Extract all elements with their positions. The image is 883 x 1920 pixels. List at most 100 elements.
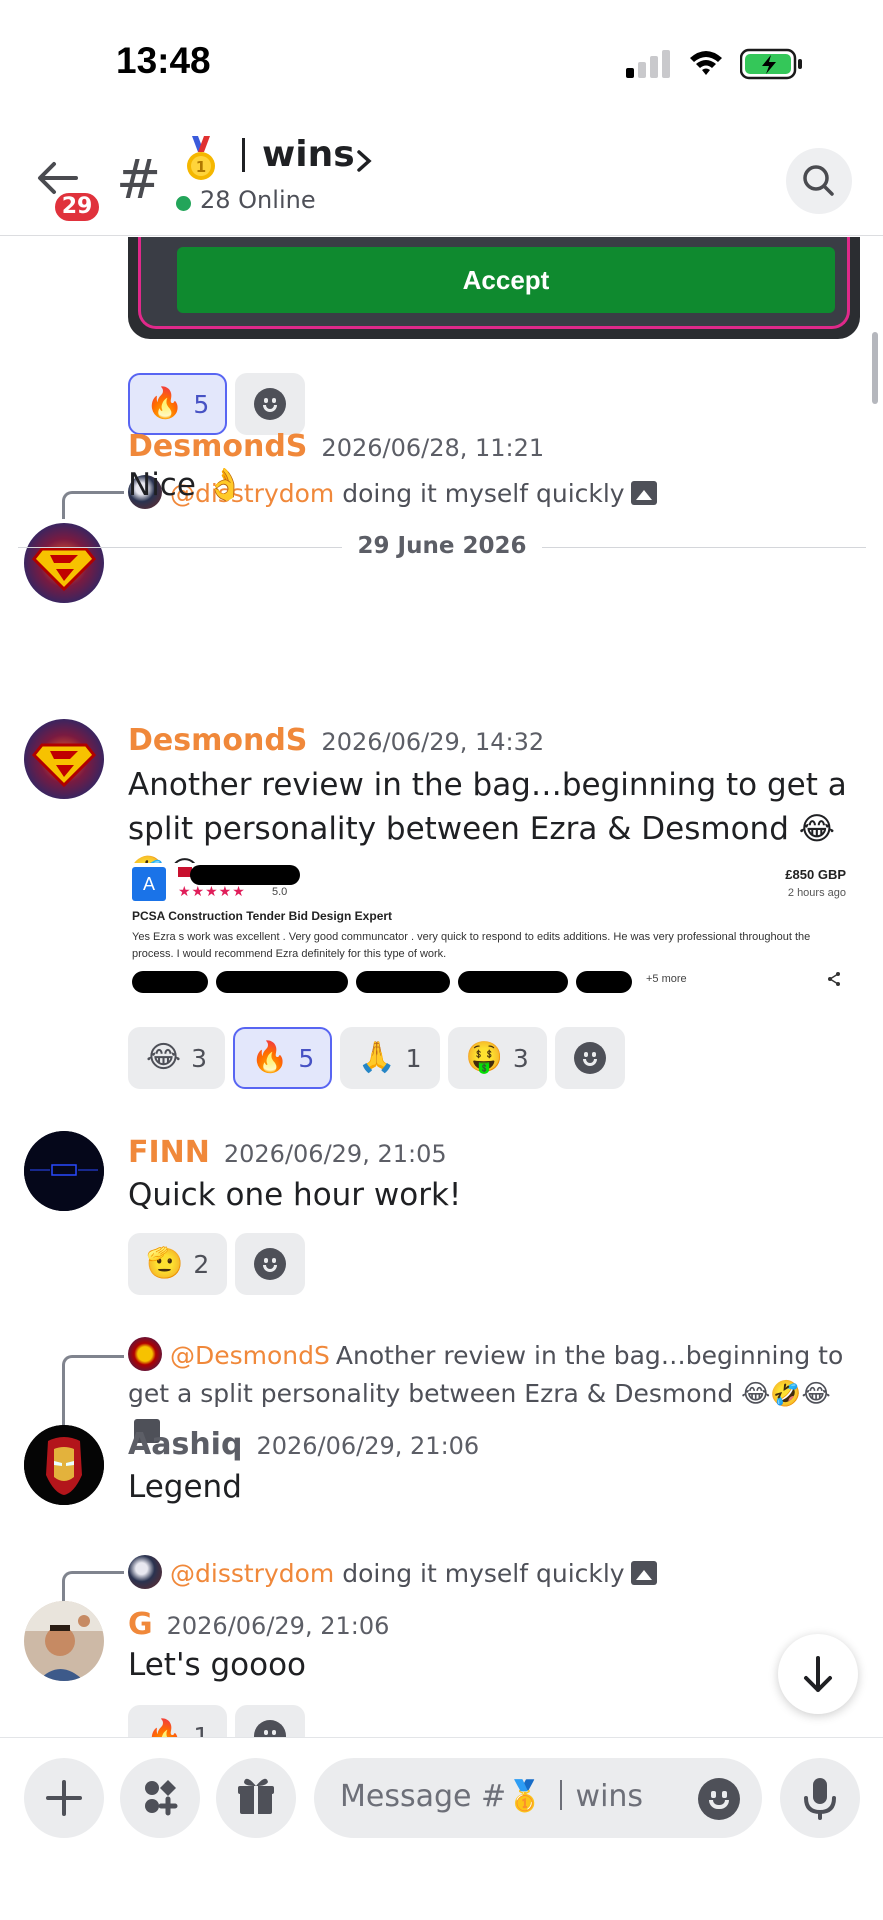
timestamp: 2026/06/29, 14:32 — [321, 728, 545, 756]
salute-emoji: 🫡 — [146, 1246, 184, 1281]
review-time: 2 hours ago — [787, 887, 846, 899]
reply-connector — [62, 491, 124, 519]
timestamp: 2026/06/29, 21:06 — [166, 1612, 390, 1640]
add-reaction-button[interactable] — [554, 1027, 625, 1089]
user-photo-avatar-icon — [24, 1601, 104, 1681]
gold-medal-icon: 1 — [187, 136, 215, 180]
image-icon — [630, 1561, 657, 1585]
reply-mention: @disstrydom — [170, 1559, 335, 1588]
mini-avatar — [128, 1555, 162, 1589]
message-text: Quick one hour work! — [128, 1177, 462, 1213]
gift-button[interactable] — [216, 1758, 296, 1838]
timestamp: 2026/06/28, 11:21 — [321, 434, 545, 462]
reaction-bar: 🔥 5 — [128, 373, 306, 435]
fire-emoji: 🔥 — [146, 386, 184, 421]
review-screenshot-attachment[interactable]: A ★★★★★ 5.0 £850 GBP 2 hours ago PCSA Co… — [128, 863, 856, 1007]
embedded-screenshot: Accept — [128, 237, 860, 339]
redacted-tag — [458, 971, 568, 993]
channel-header: 29 # 1 wins 28 Online — [0, 120, 883, 236]
reaction-pray[interactable]: 🙏 1 — [340, 1027, 440, 1089]
reply-preview[interactable]: @disstrydom doing it myself quickly — [128, 1555, 657, 1589]
add-reaction-button[interactable] — [235, 1233, 306, 1295]
accept-button: Accept — [177, 247, 835, 313]
redacted-tag — [216, 971, 348, 993]
reaction-bar: 🔥 1 — [128, 1705, 306, 1738]
username[interactable]: FINN — [128, 1135, 210, 1170]
superman-avatar-icon — [24, 719, 104, 799]
joy-emoji: 😂 — [146, 1040, 182, 1075]
add-reaction-button[interactable] — [235, 1705, 306, 1737]
message-header: Aashiq 2026/06/29, 21:06 — [128, 1427, 479, 1462]
wifi-icon — [690, 51, 722, 75]
message-header: G 2026/06/29, 21:06 — [128, 1607, 389, 1642]
message-placeholder: Message #🥇 wins — [340, 1779, 644, 1814]
add-reaction-icon — [254, 1248, 287, 1280]
microphone-icon — [804, 1778, 836, 1820]
redacted-tag — [356, 971, 450, 993]
title-separator — [242, 138, 245, 172]
reaction-count: 1 — [193, 1721, 210, 1738]
avatar[interactable] — [24, 1601, 104, 1681]
reaction-count: 3 — [512, 1043, 529, 1073]
message-text: Nice 👌 — [128, 467, 245, 503]
review-price: £850 GBP — [785, 867, 846, 882]
message-text: Legend — [128, 1469, 242, 1505]
apps-button[interactable] — [120, 1758, 200, 1838]
reply-mention: @DesmondS — [170, 1341, 330, 1370]
more-tags: +5 more — [646, 973, 687, 985]
date-divider: 29 June 2026 — [18, 533, 866, 563]
chevron-right-icon[interactable] — [356, 150, 372, 172]
money-face-emoji: 🤑 — [465, 1040, 503, 1075]
message-header: DesmondS 2026/06/28, 11:21 — [128, 429, 544, 464]
redacted-tag — [132, 971, 208, 993]
reaction-count: 1 — [405, 1043, 422, 1073]
reaction-count: 2 — [193, 1249, 210, 1279]
add-attachment-button[interactable] — [24, 1758, 104, 1838]
message-input[interactable]: Message #🥇 wins — [314, 1758, 762, 1838]
add-reaction-icon — [573, 1042, 606, 1074]
message-list[interactable]: Accept 🔥 5 @disstrydom doing it myself qu… — [0, 237, 883, 1737]
ironman-avatar-icon — [24, 1425, 104, 1505]
reaction-joy[interactable]: 😂 3 — [128, 1027, 225, 1089]
reaction-count: 5 — [193, 389, 210, 419]
online-count: 28 Online — [200, 186, 316, 214]
avatar[interactable] — [24, 719, 104, 799]
status-time: 13:48 — [116, 40, 211, 81]
username[interactable]: DesmondS — [128, 723, 307, 758]
search-button[interactable] — [786, 148, 852, 214]
status-bar: 13:48 — [0, 0, 883, 120]
reaction-fire[interactable]: 🔥 5 — [232, 1027, 333, 1089]
scrollbar-thumb[interactable] — [872, 332, 878, 404]
channel-title[interactable]: wins — [262, 134, 355, 175]
svg-text:1: 1 — [196, 158, 206, 176]
arrow-down-icon — [804, 1656, 832, 1692]
add-reaction-button[interactable] — [235, 373, 306, 435]
review-logo: A — [132, 867, 166, 901]
reaction-fire[interactable]: 🔥 5 — [128, 373, 228, 435]
avatar[interactable] — [24, 1131, 104, 1211]
jump-to-latest-button[interactable] — [778, 1634, 858, 1714]
fire-emoji: 🔥 — [250, 1040, 289, 1075]
voice-message-button[interactable] — [780, 1758, 860, 1838]
pray-emoji: 🙏 — [358, 1040, 396, 1075]
reaction-money-face[interactable]: 🤑 3 — [447, 1027, 547, 1089]
username[interactable]: G — [128, 1607, 153, 1642]
username[interactable]: DesmondS — [128, 429, 307, 464]
avatar[interactable] — [24, 1425, 104, 1505]
message-composer: Message #🥇 wins — [0, 1737, 883, 1920]
add-reaction-icon — [254, 388, 287, 420]
reaction-fire[interactable]: 🔥 1 — [128, 1705, 228, 1738]
message-text: Let's goooo — [128, 1647, 307, 1683]
mini-avatar — [128, 1337, 162, 1371]
emoji-icon[interactable] — [698, 1778, 740, 1820]
timestamp: 2026/06/29, 21:06 — [256, 1432, 480, 1460]
message-header: FINN 2026/06/29, 21:05 — [128, 1135, 447, 1170]
reaction-bar: 😂 3 🔥 5 🙏 1 🤑 3 — [128, 1027, 625, 1089]
message-header: DesmondS 2026/06/29, 14:32 — [128, 723, 544, 758]
online-dot — [176, 196, 191, 211]
reply-text: doing it myself quickly — [342, 1559, 625, 1588]
unread-badge: 29 — [52, 190, 102, 224]
reaction-salute[interactable]: 🫡 2 — [128, 1233, 228, 1295]
username[interactable]: Aashiq — [128, 1427, 242, 1462]
date-label: 29 June 2026 — [18, 533, 866, 559]
